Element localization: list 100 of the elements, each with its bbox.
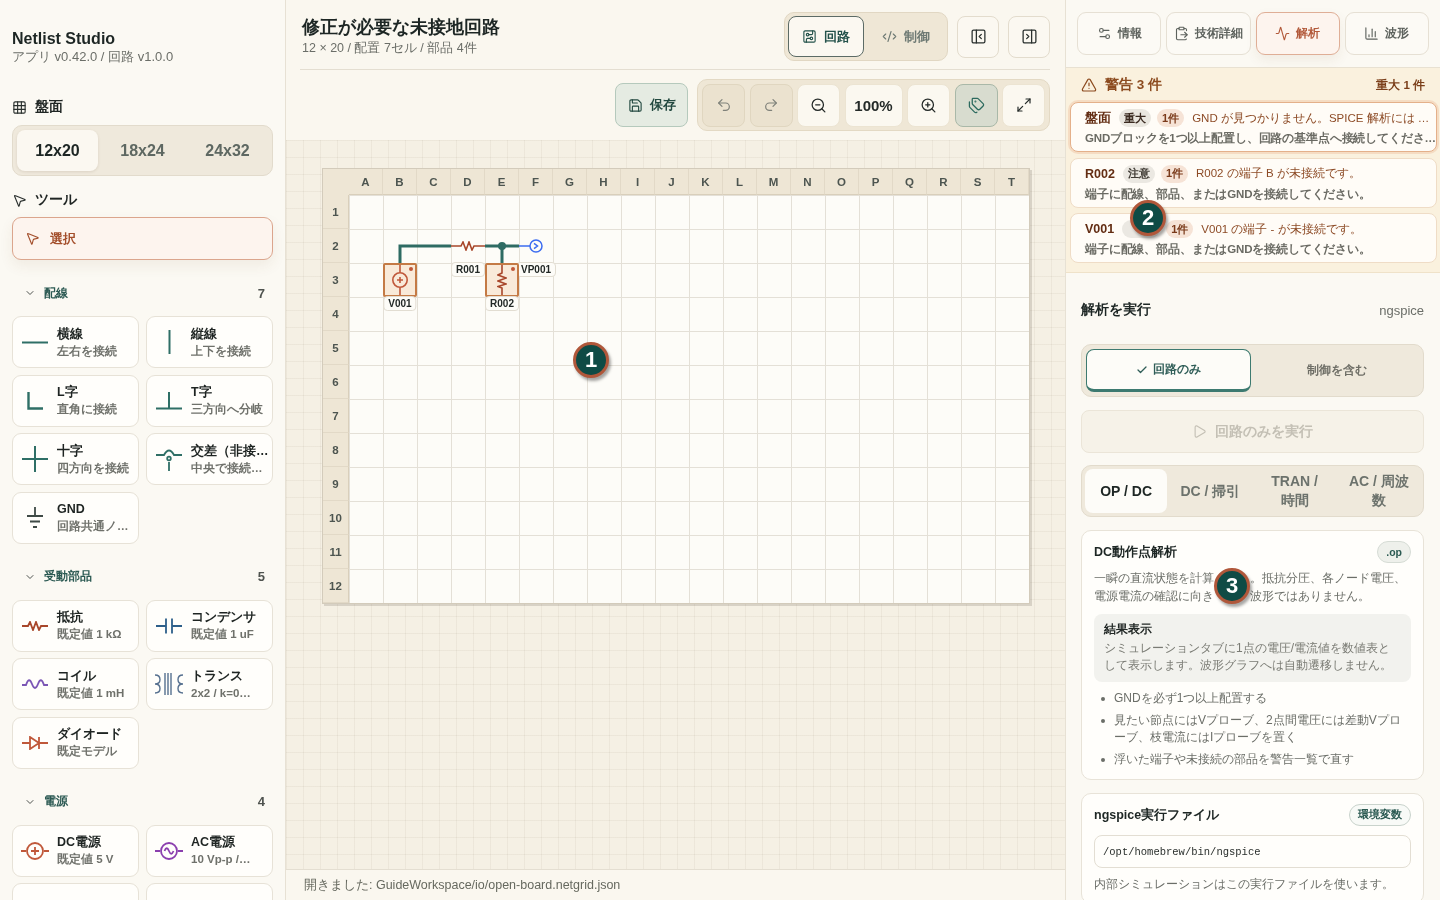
warning-source: R002 [1085,166,1115,181]
label-toggle-button[interactable] [954,83,998,127]
scope-option[interactable]: 回路のみ [1086,349,1251,392]
board-size-option[interactable]: 18x24 [102,130,183,171]
path-field[interactable]: /opt/homebrew/bin/ngspice [1094,835,1411,868]
bar-chart-icon [1364,26,1380,41]
transformer-icon [154,672,184,696]
analysis-type-tab[interactable]: AC / 周波数 [1337,469,1420,513]
tip-text: 浮いた端子や未接続の部品を警告一覧で直す [1114,751,1354,768]
diode-icon [22,735,48,750]
warning-message: GND が見つかりません。SPICE 解析には … [1192,110,1430,126]
component-tile[interactable] [383,263,417,297]
component-card[interactable]: DC電源 既定値 5 V [12,824,139,877]
zoom-level-button[interactable]: 100% [844,83,903,127]
scope-option[interactable]: 制御を含む [1254,349,1419,392]
count-badge: 1件 [1160,164,1188,183]
board-size-option[interactable]: 24x32 [187,130,268,171]
count-badge: 1件 [1166,220,1194,238]
engine-name: ngspice [1379,302,1424,318]
save-button[interactable]: 保存 [615,83,688,127]
sidebar-left-icon [969,28,987,45]
component-card[interactable]: コイル 既定値 1 mH [12,658,139,710]
component-card[interactable]: 十字 四方向を接続 [12,433,139,485]
play-icon [1192,424,1207,439]
warning-source: V001 [1085,222,1115,236]
expand-icon [1015,97,1032,113]
palette-group-header[interactable]: 配線 7 [12,283,273,303]
palette-group-header[interactable]: 受動部品 5 [12,566,273,587]
section-heading: ツール [35,191,77,209]
analysis-type-tab[interactable]: TRAN / 時間 [1253,469,1336,513]
wire [483,244,521,265]
redo-icon [763,97,779,113]
zoom-in-button[interactable] [907,83,950,127]
circuit-icon [802,29,817,44]
warning-hint: 端子に配線、部品、またはGNDを接続してください。 [1085,242,1372,257]
warning-item[interactable]: R002 注意 1件 R002 の端子 B が未接続です。 端子に配線、部品、またはGNDを接続してください。 [1070,157,1437,208]
resistor-icon [451,241,485,251]
sliders-icon [1096,26,1112,41]
crossover-line-icon [156,447,182,471]
component-card[interactable]: 縦線 上下を接続 [146,316,273,368]
item-count: 7 [257,285,265,301]
inductor-icon [22,678,48,690]
description-text: 一瞬の直流状態を計算 [1094,570,1214,587]
component-card[interactable]: AC電源 10 Vp-p /… [146,824,273,877]
document-summary: 12 × 20 / 配置 7セル / 部品 4件 [302,40,477,56]
component-label: V001 [383,296,417,311]
component-card[interactable]: トランス 2x2 / k=0… [146,658,273,710]
component-card[interactable]: GND 回路共通ノ… [12,491,139,544]
count-badge: 1件 [1157,109,1185,127]
card-note: 内部シミュレーションはこの実行ファイルを使います。 [1094,876,1395,892]
palette-group-header[interactable]: 電源 4 [12,791,273,812]
component-card[interactable]: コンデンサ 既定値 1 uF [146,599,273,652]
item-count: 4 [257,794,265,809]
analysis-type-tab[interactable]: OP / DC [1085,469,1168,513]
env-badge[interactable]: 環境変数 [1349,804,1411,826]
board-size-option[interactable]: 12x20 [17,130,98,171]
inspector-tab[interactable]: 解析 [1255,12,1340,55]
directive-badge: .op [1377,541,1411,563]
bullet-icon [1101,758,1105,762]
warnings-title: 警告 3 件 [1105,76,1162,94]
dc-source-icon [21,841,49,860]
analysis-type-tab[interactable]: DC / 掃引 [1169,469,1252,513]
component-card[interactable]: 交差（非接… 中央で接続… [146,433,273,485]
section-heading: 盤面 [35,98,63,116]
card-title: DC動作点解析 [1094,543,1178,561]
component-card[interactable]: L字 直角に接続 [12,374,139,427]
inspector-tab[interactable]: 情報 [1077,12,1162,55]
select-tool-button[interactable]: 選択 [12,217,273,260]
view-mode-tab[interactable]: 制御 [868,16,944,57]
resistor-icon [22,620,48,631]
component-card[interactable]: T字 三方向へ分岐 [146,374,273,427]
step-marker: 3 [1214,568,1250,604]
dc-source-icon [391,265,409,295]
description-text: 波形ではありません。 [1250,588,1370,605]
warning-source: 盤面 [1085,109,1111,127]
view-mode-tab[interactable]: 回路 [788,16,864,57]
panel-toggle-button[interactable] [1008,15,1050,58]
tee-line-icon [156,391,182,410]
inspector-tab[interactable]: 技術詳細 [1166,12,1251,55]
note-text: シミュレーションタブに1点の電圧/電流値を数値表として表示します。波形グラフへは自動遷移しません。 [1104,640,1393,674]
bullet-icon [1101,697,1105,701]
corner-line-icon [27,391,43,410]
panel-toggle-button[interactable] [957,15,999,58]
component-card[interactable]: 横線 左右を接続 [12,316,139,368]
warning-hint: 端子に配線、部品、またはGNDを接続してください。 [1085,186,1372,202]
code-icon [882,29,897,44]
section-title: 解析を実行 [1081,301,1151,319]
zoom-out-button[interactable] [797,83,840,127]
fullscreen-button[interactable] [1002,83,1045,127]
description-text: 電源電流の確認に向き [1094,588,1214,605]
component-card[interactable]: 抵抗 既定値 1 kΩ [12,599,139,652]
inspector-tab[interactable]: 波形 [1344,12,1429,55]
bullet-icon [1101,719,1105,723]
warning-item[interactable]: 盤面 重大 1件 GND が見つかりません。SPICE 解析には … GNDブロックを1つ以上配置し、回路の基準点へ接続してくださ… [1070,102,1437,152]
ac-source-icon [155,841,183,860]
component-card[interactable]: ダイオード 既定モデル [12,716,139,769]
ground-icon [26,506,44,529]
cross-line-icon [22,446,48,472]
wire [398,244,451,263]
component-tile[interactable] [485,263,519,297]
